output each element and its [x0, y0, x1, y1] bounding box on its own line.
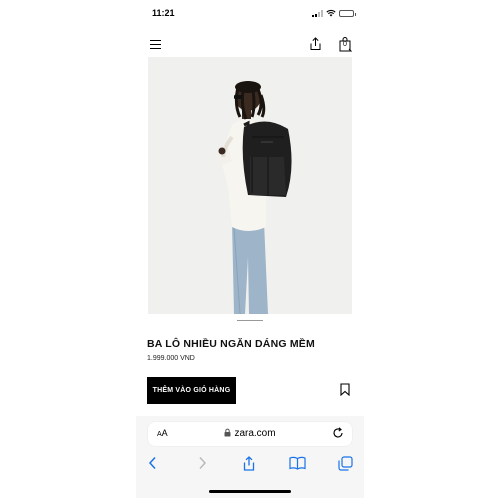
app-header: 0 — [136, 34, 364, 56]
phone-screen: 11:21 0 BA LÔ NHIỀU NGĂN DÁNG MỀM 1.999.… — [136, 0, 364, 498]
share-icon[interactable] — [309, 37, 322, 51]
url-text: zara.com — [234, 428, 276, 439]
product-title: BA LÔ NHIỀU NGĂN DÁNG MỀM — [147, 338, 315, 350]
wifi-icon — [326, 10, 336, 17]
product-image[interactable] — [148, 57, 352, 314]
battery-icon — [339, 9, 356, 17]
back-icon[interactable] — [148, 456, 158, 470]
signal-icon — [312, 9, 323, 17]
url-display[interactable]: zara.com — [148, 428, 352, 439]
browser-nav-row — [136, 456, 364, 472]
lock-icon — [224, 428, 231, 437]
product-photo — [148, 57, 352, 314]
bookmark-icon[interactable] — [340, 383, 350, 396]
address-bar[interactable]: AA zara.com — [148, 422, 352, 446]
home-indicator — [209, 490, 291, 493]
status-bar: 11:21 — [136, 0, 364, 30]
tabs-icon[interactable] — [338, 456, 353, 471]
product-price: 1.999.000 VND — [147, 355, 195, 362]
image-pagination-indicator — [237, 320, 263, 321]
bag-count: 0 — [343, 41, 347, 48]
shopping-bag-icon[interactable]: 0 — [339, 37, 352, 52]
forward-icon[interactable] — [197, 456, 207, 470]
bookmarks-icon[interactable] — [289, 456, 306, 470]
status-icons — [312, 9, 356, 17]
safari-toolbar: AA zara.com — [136, 416, 364, 498]
safari-share-icon[interactable] — [242, 456, 256, 471]
add-to-cart-button[interactable]: THÊM VÀO GIỎ HÀNG — [147, 377, 236, 404]
hamburger-menu-icon[interactable] — [150, 40, 161, 49]
status-time: 11:21 — [152, 8, 175, 18]
reload-icon[interactable] — [332, 427, 344, 439]
